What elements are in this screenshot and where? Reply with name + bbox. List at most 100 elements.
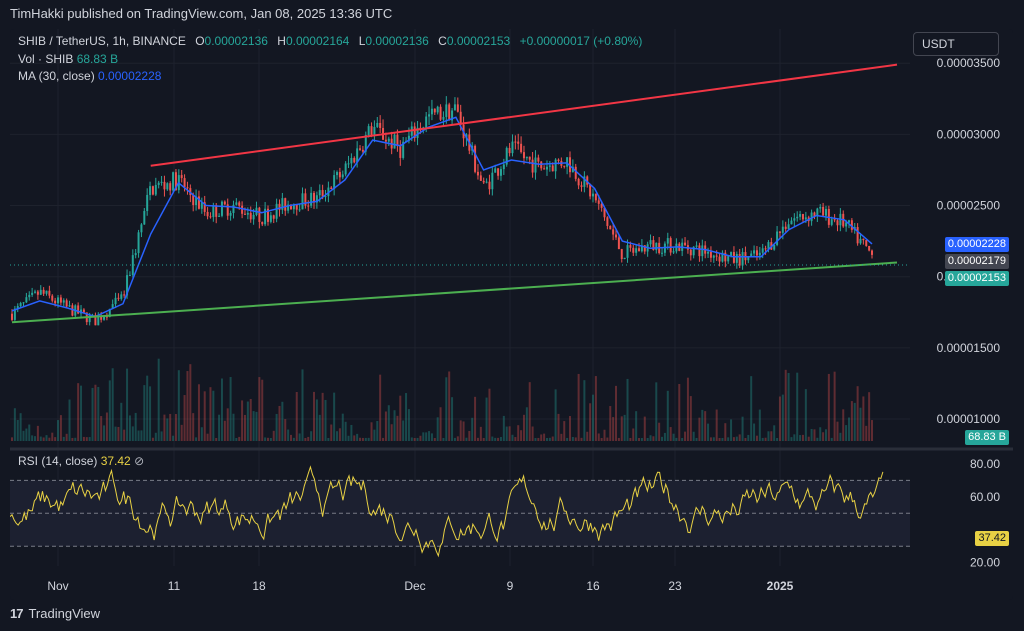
volume-bar — [853, 402, 856, 441]
volume-bar — [333, 392, 336, 441]
volume-bar — [865, 425, 868, 441]
rsi-visibility-icon[interactable]: ⊘ — [134, 454, 144, 468]
volume-bar — [836, 421, 839, 441]
volume-bar — [568, 416, 571, 441]
volume-bar — [281, 401, 284, 441]
candle-body — [790, 220, 793, 225]
volume-bar — [393, 410, 396, 441]
volume-bar — [445, 377, 448, 441]
price-chart-svg[interactable]: 0.00003500 0.00003000 0.00002500 0.00001500… — [10, 29, 1013, 600]
candle-body — [301, 193, 304, 210]
volume-bar — [824, 429, 827, 441]
volume-bar — [666, 390, 669, 441]
price-tick-label: 0.00003500 — [937, 56, 1001, 70]
high-label: H — [277, 34, 286, 48]
tradingview-logo-icon[interactable]: 17 — [10, 606, 24, 621]
candle-body — [252, 214, 255, 220]
rsi-label[interactable]: RSI (14, close) — [18, 454, 97, 468]
candle-body — [626, 245, 629, 258]
currency-button[interactable]: USDT — [913, 32, 999, 56]
volume-bar — [232, 413, 235, 441]
volume-bar — [327, 437, 330, 441]
candle-body — [594, 193, 597, 201]
candle-body — [97, 316, 100, 326]
rsi-legend: RSI (14, close) 37.42 ⊘ — [18, 454, 144, 468]
volume-bar — [258, 377, 261, 441]
ma-label[interactable]: MA (30, close) — [18, 69, 95, 83]
price-tick-label: 0.00001500 — [937, 341, 1001, 355]
volume-bar — [359, 437, 362, 441]
candle-body — [566, 157, 569, 167]
candle-body — [517, 141, 520, 144]
volume-bar — [275, 413, 278, 441]
volume-bar — [163, 414, 166, 441]
candle-body — [42, 289, 45, 294]
candle-body — [379, 122, 382, 129]
volume-bar — [255, 411, 258, 441]
time-tick-label: Nov — [47, 579, 68, 593]
candle-body — [545, 166, 548, 170]
candle-body — [295, 204, 298, 210]
volume-bar — [416, 437, 419, 441]
candle-body — [298, 209, 301, 211]
volume-bar — [28, 424, 31, 441]
volume-bar — [701, 409, 704, 441]
volume-bar — [192, 413, 195, 441]
volume-bar — [51, 432, 54, 441]
volume-bar — [623, 414, 626, 441]
candle-body — [65, 300, 68, 307]
volume-bar — [707, 423, 710, 441]
volume-label[interactable]: Vol · SHIB — [18, 52, 73, 66]
volume-bar — [718, 438, 721, 441]
candle-body — [494, 168, 497, 173]
time-tick-label: 18 — [252, 579, 266, 593]
volume-bar — [485, 397, 488, 441]
volume-bar — [476, 437, 479, 441]
publisher-line: TimHakki published on TradingView.com, J… — [10, 6, 393, 21]
candle-body — [534, 157, 537, 173]
footer-brand[interactable]: TradingView — [28, 606, 100, 621]
candle-body — [442, 116, 445, 120]
candle-body — [11, 313, 13, 320]
candle-body — [822, 206, 825, 216]
volume-bar — [672, 433, 675, 441]
volume-bar — [382, 437, 385, 441]
candle-body — [856, 227, 859, 244]
volume-bar — [655, 382, 658, 441]
volume-bar — [292, 437, 295, 441]
volume-bar — [658, 422, 661, 441]
candle-body — [318, 190, 321, 196]
volume-bar — [545, 437, 548, 441]
volume-bar — [379, 374, 382, 441]
volume-bar — [74, 437, 77, 441]
candle-body — [528, 156, 531, 160]
candle-body — [554, 159, 557, 172]
volume-bar — [226, 408, 229, 441]
volume-bar — [494, 437, 497, 441]
candle-body — [741, 252, 744, 266]
candle-body — [836, 220, 839, 226]
volume-bar — [819, 427, 822, 441]
volume-bar — [646, 437, 649, 441]
volume-bar — [833, 371, 836, 441]
volume-bar — [704, 411, 707, 441]
volume-bar — [738, 434, 741, 441]
volume-bar — [143, 385, 146, 441]
candle-body — [695, 245, 698, 247]
volume-bar — [304, 437, 307, 441]
volume-bar — [301, 369, 304, 441]
time-tick-label: 11 — [168, 579, 181, 593]
candle-body — [54, 300, 57, 304]
candle-body — [120, 294, 123, 299]
volume-bar — [842, 409, 845, 441]
candle-body — [192, 195, 195, 206]
volume-bar — [822, 432, 825, 441]
symbol-title[interactable]: SHIB / TetherUS, 1h, BINANCE — [18, 34, 186, 48]
candle-body — [249, 212, 252, 220]
candle-body — [672, 251, 675, 253]
candle-body — [727, 256, 730, 262]
candle-body — [25, 297, 28, 303]
chart-frame[interactable]: 0.00003500 0.00003000 0.00002500 0.00001500… — [10, 29, 1013, 600]
volume-bar — [643, 416, 646, 441]
candle-body — [623, 257, 626, 260]
